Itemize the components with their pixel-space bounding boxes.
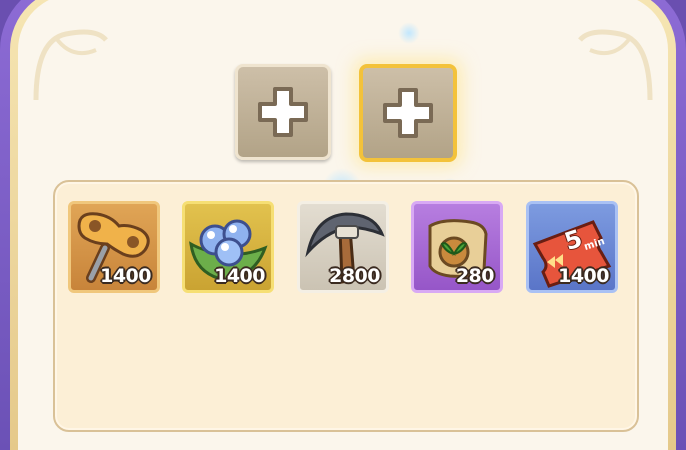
empty-slot-1[interactable] <box>235 64 331 160</box>
reward-item-seed-scroll[interactable]: 280 <box>411 201 503 293</box>
reward-item-speedup-ticket[interactable]: 5 min 1400 <box>526 201 618 293</box>
ornament-corner-left <box>33 29 108 101</box>
item-count: 280 <box>455 265 495 287</box>
ornament-corner-right <box>578 29 653 101</box>
item-count: 2800 <box>329 265 380 287</box>
item-count: 1400 <box>558 265 609 287</box>
plus-icon <box>383 88 433 138</box>
plus-icon <box>258 87 308 137</box>
reward-item-blue-orbs[interactable]: 1400 <box>182 201 274 293</box>
sparkle-effect <box>398 22 420 44</box>
reward-item-pickaxe[interactable]: 2800 <box>297 201 389 293</box>
empty-slot-2[interactable] <box>359 64 457 162</box>
reward-item-wind-up-key[interactable]: 1400 <box>68 201 160 293</box>
item-count: 1400 <box>100 265 151 287</box>
item-count: 1400 <box>214 265 265 287</box>
